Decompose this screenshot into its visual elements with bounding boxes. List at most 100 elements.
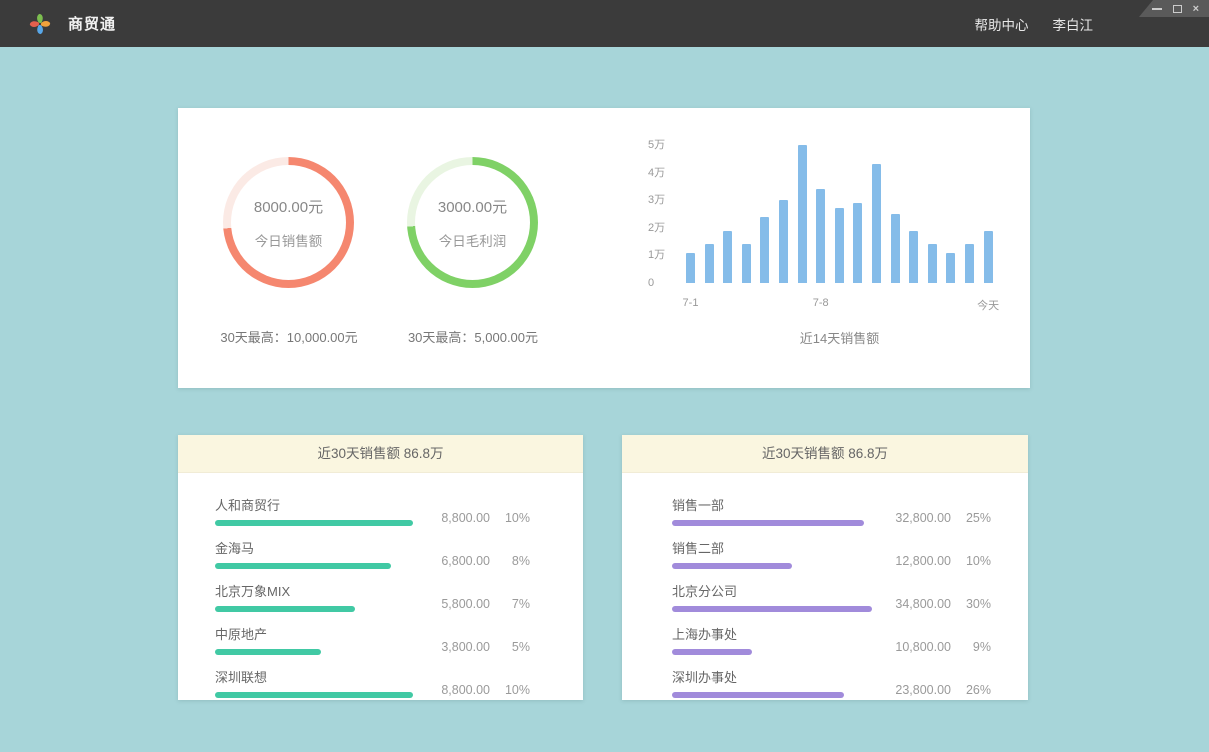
rank-percent: 5%	[490, 640, 530, 654]
rank-amount: 6,800.00	[418, 554, 490, 568]
help-center-link[interactable]: 帮助中心	[975, 14, 1029, 34]
sales-bar	[686, 253, 695, 283]
chart-caption: 近14天销售额	[686, 328, 993, 347]
rank-row: 人和商贸行8,800.0010%	[215, 495, 530, 526]
rank-amount: 3,800.00	[418, 640, 490, 654]
maximize-icon[interactable]	[1173, 5, 1182, 13]
rank-item-name: 销售二部	[672, 538, 872, 557]
rank-bar-track	[215, 649, 415, 655]
x-tick-label: 7-1	[683, 297, 699, 309]
user-menu[interactable]: 李白江	[1053, 14, 1094, 34]
sales-bar	[835, 208, 844, 283]
rank-percent: 26%	[951, 683, 991, 697]
sales-bar	[798, 145, 807, 283]
rank-bar-track	[215, 692, 415, 698]
rank-amount: 12,800.00	[879, 554, 951, 568]
titlebar: 商贸通 帮助中心 李白江 ×	[0, 0, 1209, 47]
sales-bar	[928, 244, 937, 283]
rank-item-name: 金海马	[215, 538, 415, 557]
rank-amount: 5,800.00	[418, 597, 490, 611]
rank-bar	[672, 606, 872, 612]
rank-item-name: 中原地产	[215, 624, 415, 643]
rank-bar-track	[215, 606, 415, 612]
rank-bar	[672, 563, 792, 569]
sales-14d-plot: 01万2万3万4万5万 7-17-8今天	[648, 139, 1018, 283]
rank-row: 北京万象MIX5,800.007%	[215, 581, 530, 612]
rank-amount: 23,800.00	[879, 683, 951, 697]
window-controls: ×	[1139, 0, 1209, 17]
rank-bar	[215, 520, 413, 526]
sales-bar	[779, 200, 788, 283]
today-profit-label: 今日毛利润	[439, 230, 507, 250]
sales-bar	[853, 203, 862, 283]
x-tick-label: 今天	[977, 297, 999, 313]
rank-row: 金海马6,800.008%	[215, 538, 530, 569]
today-profit-donut: 3000.00元 今日毛利润	[407, 157, 538, 288]
close-icon[interactable]: ×	[1193, 5, 1199, 13]
rank-percent: 9%	[951, 640, 991, 654]
rank-row: 中原地产3,800.005%	[215, 624, 530, 655]
rank-amount: 34,800.00	[879, 597, 951, 611]
rank-percent: 8%	[490, 554, 530, 568]
rank-row: 销售一部32,800.0025%	[672, 495, 991, 526]
customer-ranking-card: 近30天销售额 86.8万 人和商贸行8,800.0010%金海马6,800.0…	[178, 435, 583, 700]
rank-item-name: 上海办事处	[672, 624, 872, 643]
sales-bar	[965, 244, 974, 283]
rank-percent: 10%	[951, 554, 991, 568]
rank-bar	[215, 692, 413, 698]
today-sales-donut: 8000.00元 今日销售额	[223, 157, 354, 288]
y-tick-label: 1万	[648, 248, 665, 262]
app-title: 商贸通	[68, 13, 116, 34]
rank-item-name: 深圳办事处	[672, 667, 872, 686]
y-tick-label: 0	[648, 276, 654, 290]
sales-bar	[742, 244, 751, 283]
rank-bar-track	[672, 520, 872, 526]
rank-bar-track	[672, 563, 872, 569]
rank-bar	[215, 563, 391, 569]
rank-row: 销售二部 12,800.0010%	[672, 538, 991, 569]
rank-percent: 30%	[951, 597, 991, 611]
rank-bar-track	[672, 606, 872, 612]
rank-amount: 32,800.00	[879, 511, 951, 525]
today-sales-value: 8000.00元	[254, 196, 323, 217]
rank-bar-track	[215, 520, 415, 526]
department-ranking-title: 近30天销售额 86.8万	[622, 435, 1028, 473]
y-tick-label: 2万	[648, 221, 665, 235]
today-profit-value: 3000.00元	[438, 196, 507, 217]
sales-14d-chart: 01万2万3万4万5万 7-17-8今天 近14天销售额	[648, 139, 1018, 354]
y-tick-label: 5万	[648, 138, 665, 152]
sales-bar	[946, 253, 955, 283]
customer-ranking-title: 近30天销售额 86.8万	[178, 435, 583, 473]
rank-row: 北京分公司 34,800.0030%	[672, 581, 991, 612]
sales-bar	[723, 231, 732, 283]
rank-row: 深圳办事处 23,800.0026%	[672, 667, 991, 698]
rank-bar	[215, 606, 355, 612]
rank-amount: 8,800.00	[418, 511, 490, 525]
rank-bar	[215, 649, 321, 655]
rank-percent: 10%	[490, 683, 530, 697]
rank-bar-track	[215, 563, 415, 569]
sales-bar	[872, 164, 881, 283]
overview-card: 8000.00元 今日销售额 30天最高：10,000.00元 3000.00元…	[178, 108, 1030, 388]
rank-item-name: 北京万象MIX	[215, 581, 415, 600]
sales-bar	[891, 214, 900, 283]
sales-bar	[984, 231, 993, 283]
app-logo-pinwheel-icon	[28, 12, 52, 36]
rank-item-name: 北京分公司	[672, 581, 872, 600]
department-ranking-rows: 销售一部32,800.0025%销售二部12,800.0010%北京分公司34,…	[622, 473, 1028, 698]
rank-bar-track	[672, 649, 872, 655]
today-sales-label: 今日销售额	[255, 230, 323, 250]
rank-row: 上海办事处10,800.009%	[672, 624, 991, 655]
y-tick-label: 4万	[648, 166, 665, 180]
y-tick-label: 3万	[648, 193, 665, 207]
rank-item-name: 深圳联想	[215, 667, 415, 686]
customer-ranking-rows: 人和商贸行8,800.0010%金海马6,800.008%北京万象MIX5,80…	[178, 473, 583, 698]
rank-bar	[672, 520, 864, 526]
rank-bar-track	[672, 692, 872, 698]
rank-percent: 7%	[490, 597, 530, 611]
sales-bar	[909, 231, 918, 283]
rank-item-name: 人和商贸行	[215, 495, 415, 514]
minimize-icon[interactable]	[1152, 8, 1162, 10]
today-profit-30d-max: 30天最高：5,000.00元	[375, 327, 571, 346]
rank-item-name: 销售一部	[672, 495, 872, 514]
